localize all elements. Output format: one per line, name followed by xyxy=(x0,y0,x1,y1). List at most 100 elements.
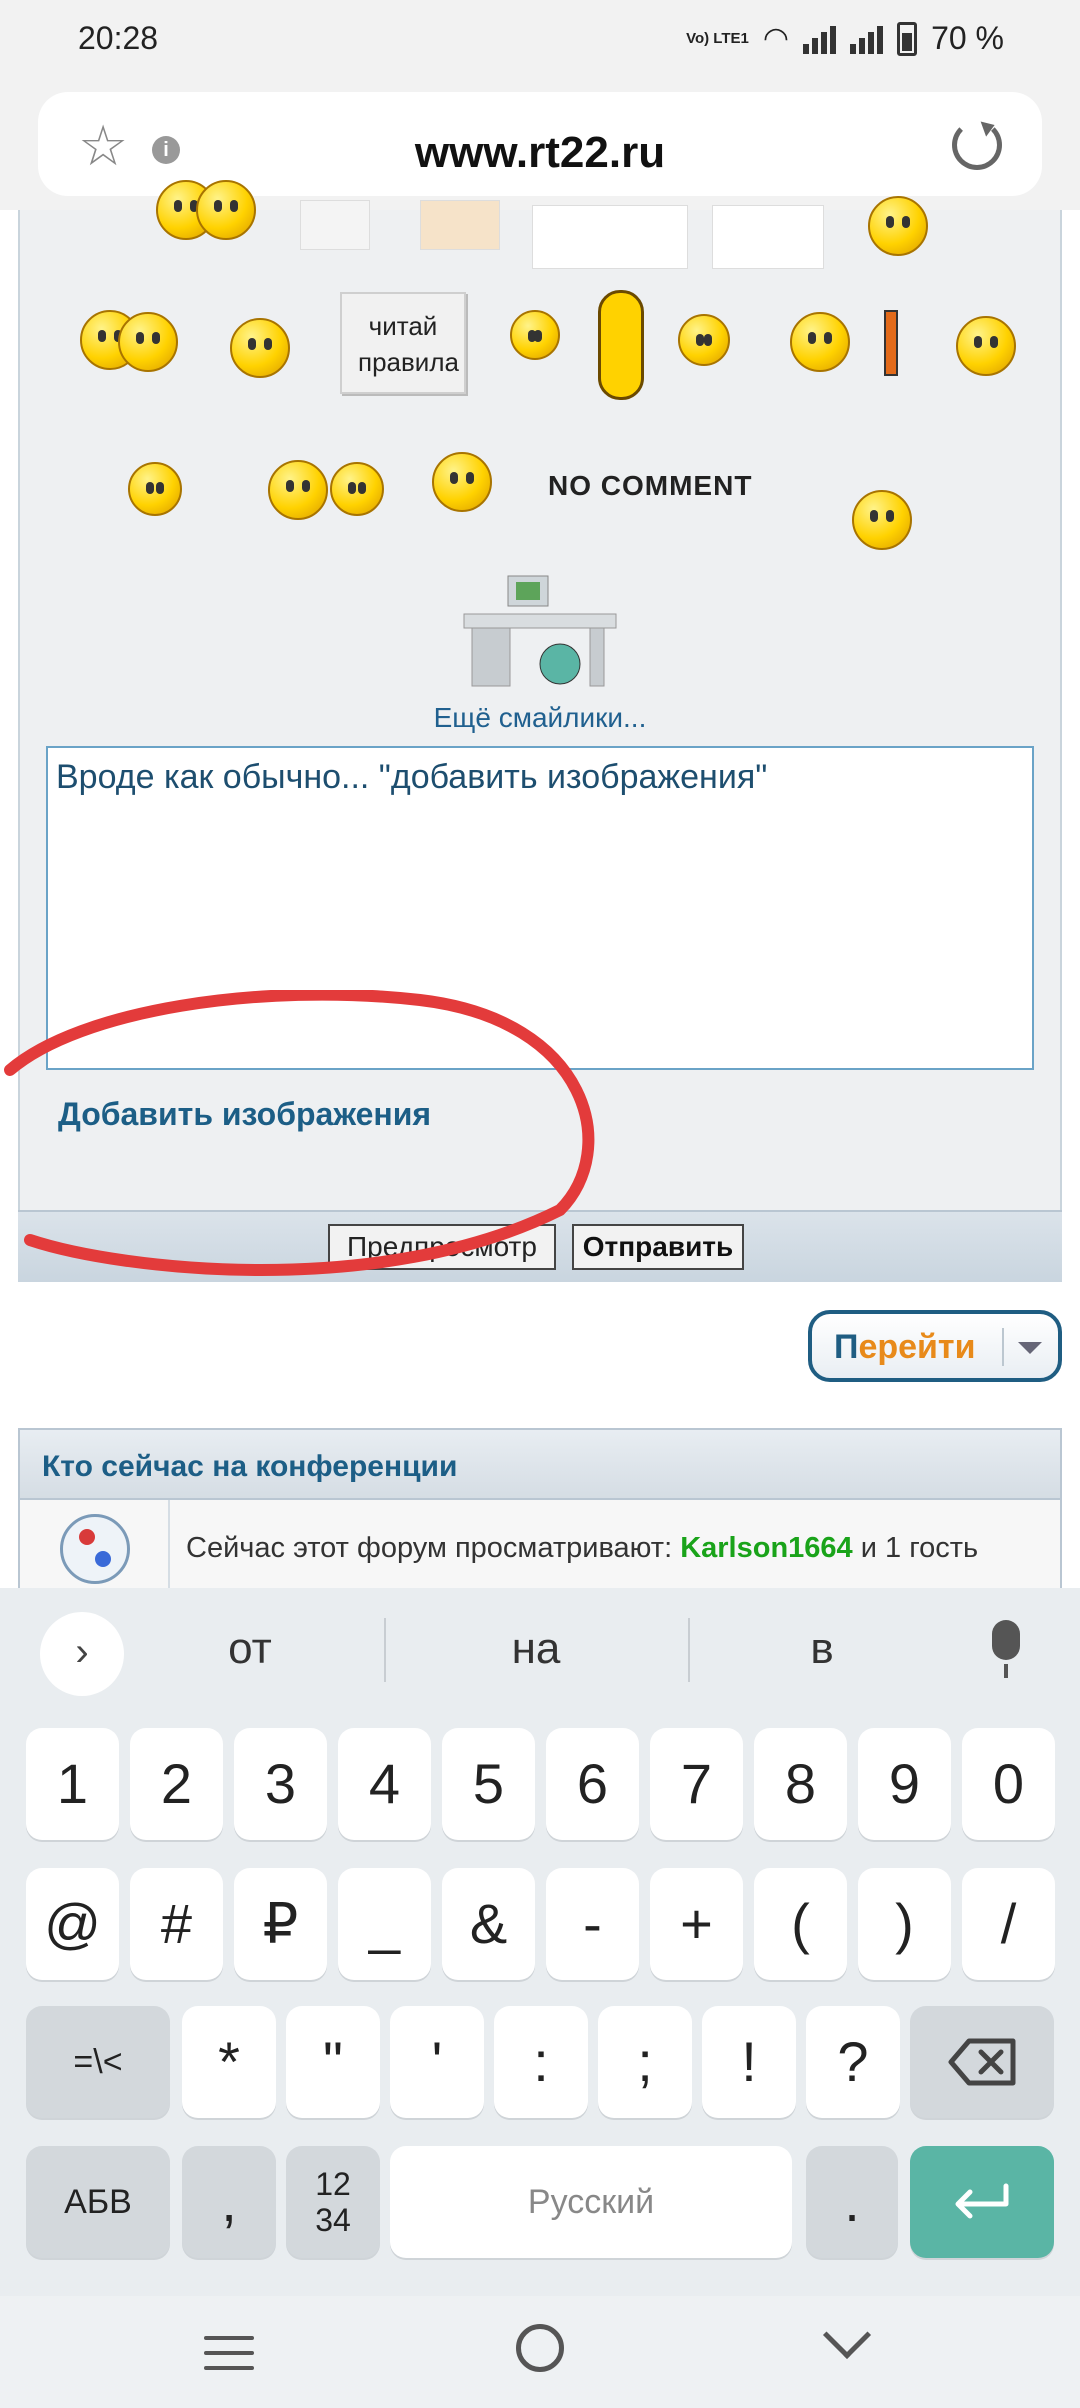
key-punct-2[interactable]: " xyxy=(286,2006,380,2118)
smiley-icon[interactable] xyxy=(196,180,256,240)
add-images-link[interactable]: Добавить изображения xyxy=(58,1096,431,1133)
comma-key[interactable]: , xyxy=(182,2146,276,2258)
who-online-prefix: Сейчас этот форум просматривают: xyxy=(186,1532,681,1564)
key-symbol-7[interactable]: ( xyxy=(754,1868,847,1980)
who-online-header: Кто сейчас на конференции xyxy=(18,1428,1062,1500)
dm-smiley-icon[interactable] xyxy=(712,205,824,269)
suggestion-3[interactable]: в xyxy=(722,1624,922,1674)
wink-smiley-icon[interactable] xyxy=(230,318,290,378)
send-button[interactable]: Отправить xyxy=(572,1224,744,1270)
book-smiley-icon[interactable] xyxy=(300,200,370,250)
goto-separator xyxy=(1002,1328,1004,1366)
smiley-icon[interactable] xyxy=(510,310,560,360)
alpha-switch-key[interactable]: АБВ xyxy=(26,2146,170,2258)
expand-toolbar-icon[interactable]: › xyxy=(40,1612,124,1696)
battery-icon xyxy=(897,21,918,56)
smiley-icon[interactable] xyxy=(268,460,328,520)
key-punct-5[interactable]: ; xyxy=(598,2006,692,2118)
key-digit-7[interactable]: 8 xyxy=(754,1728,847,1840)
message-textarea[interactable]: Вроде как обычно... "добавить изображени… xyxy=(46,746,1034,1070)
key-digit-0[interactable]: 1 xyxy=(26,1728,119,1840)
key-symbol-8[interactable]: ) xyxy=(858,1868,951,1980)
desk-icon[interactable] xyxy=(460,570,620,690)
recent-apps-icon[interactable] xyxy=(204,2336,254,2372)
users-online-icon xyxy=(60,1514,130,1584)
key-digit-3[interactable]: 4 xyxy=(338,1728,431,1840)
key-digit-4[interactable]: 5 xyxy=(442,1728,535,1840)
key-symbol-6[interactable]: + xyxy=(650,1868,743,1980)
smiley-icon[interactable] xyxy=(678,314,730,366)
key-symbol-4[interactable]: & xyxy=(442,1868,535,1980)
smiley-icon[interactable] xyxy=(118,312,178,372)
chevron-down-icon xyxy=(1018,1342,1042,1354)
who-online-text: Сейчас этот форум просматривают: Karlson… xyxy=(186,1532,978,1565)
backspace-key[interactable] xyxy=(910,2006,1054,2118)
key-punct-4[interactable]: : xyxy=(494,2006,588,2118)
signal-icon-2 xyxy=(850,24,884,54)
exclamation-mark-icon[interactable] xyxy=(884,310,898,376)
no-comment-smiley[interactable]: NO COMMENT xyxy=(548,470,752,502)
key-digit-6[interactable]: 7 xyxy=(650,1728,743,1840)
backspace-icon xyxy=(948,2038,1016,2086)
status-icons: Vo) LTE1 ◠ 70 % xyxy=(686,20,1004,57)
key-digit-5[interactable]: 6 xyxy=(546,1728,639,1840)
online-user-link[interactable]: Karlson1664 xyxy=(680,1532,853,1564)
rules-text: читай правила xyxy=(358,311,459,377)
suggestion-2[interactable]: на xyxy=(436,1624,636,1674)
key-punct-1[interactable]: * xyxy=(182,2006,276,2118)
smoke-smiley-icon[interactable] xyxy=(128,462,182,516)
key-digit-1[interactable]: 2 xyxy=(130,1728,223,1840)
read-rules-smiley[interactable]: читай правила xyxy=(340,292,466,394)
who-online-title: Кто сейчас на конференции xyxy=(42,1450,458,1483)
key-punct-7[interactable]: ? xyxy=(806,2006,900,2118)
period-key[interactable]: . xyxy=(806,2146,898,2258)
party-smiley-icon[interactable] xyxy=(852,490,912,550)
microphone-icon[interactable] xyxy=(992,1620,1020,1678)
key-symbol-9[interactable]: / xyxy=(962,1868,1055,1980)
home-icon[interactable] xyxy=(516,2324,564,2372)
who-online-row: Сейчас этот форум просматривают: Karlson… xyxy=(18,1500,1062,1588)
smiley-icon[interactable] xyxy=(330,462,384,516)
suggestion-1[interactable]: от xyxy=(150,1624,350,1674)
key-digit-9[interactable]: 0 xyxy=(962,1728,1055,1840)
back-chevron-icon[interactable] xyxy=(822,2310,872,2360)
lying-smiley-icon[interactable] xyxy=(956,316,1016,376)
key-symbol-2[interactable]: ₽ xyxy=(234,1868,327,1980)
computer-smiley-icon[interactable] xyxy=(432,452,492,512)
suggestion-strip: › от на в xyxy=(0,1588,1080,1706)
signal-icon xyxy=(803,24,837,54)
key-digit-8[interactable]: 9 xyxy=(858,1728,951,1840)
divider xyxy=(384,1618,386,1682)
divider xyxy=(688,1618,690,1682)
divider xyxy=(168,1500,170,1588)
enter-icon xyxy=(955,2183,1009,2219)
space-key[interactable]: Русский xyxy=(390,2146,792,2258)
goto-dropdown-button[interactable]: Перейти xyxy=(808,1310,1062,1382)
clock: 20:28 xyxy=(78,20,159,56)
preview-button[interactable]: Предпросмотр xyxy=(328,1224,556,1270)
system-navigation-bar xyxy=(0,2296,1080,2408)
key-symbol-1[interactable]: # xyxy=(130,1868,223,1980)
numpad-switch-key[interactable]: 12 34 xyxy=(286,2146,380,2258)
reload-icon[interactable] xyxy=(952,120,1002,170)
grin-smiley-icon[interactable] xyxy=(790,312,850,372)
key-symbol-0[interactable]: @ xyxy=(26,1868,119,1980)
status-bar: 20:28 Vo) LTE1 ◠ 70 % xyxy=(0,0,1080,80)
who-online-suffix: и 1 гость xyxy=(852,1532,979,1564)
exclaim-smiley-icon[interactable] xyxy=(598,290,644,400)
wifi-icon: ◠ xyxy=(762,22,790,55)
key-symbol-5[interactable]: - xyxy=(546,1868,639,1980)
more-smileys-link[interactable]: Ещё смайлики... xyxy=(0,702,1080,734)
key-symbol-3[interactable]: _ xyxy=(338,1868,431,1980)
key-digit-2[interactable]: 3 xyxy=(234,1728,327,1840)
smiley-icon[interactable] xyxy=(868,196,928,256)
key-punct-3[interactable]: ' xyxy=(390,2006,484,2118)
key-punct-6[interactable]: ! xyxy=(702,2006,796,2118)
battery-percent: 70 % xyxy=(931,20,1004,56)
key-punct-0[interactable]: =\< xyxy=(26,2006,170,2118)
goto-label: Перейти xyxy=(834,1328,976,1366)
hand-smiley-icon[interactable] xyxy=(420,200,500,250)
url-text[interactable]: www.rt22.ru xyxy=(38,128,1042,178)
enter-key[interactable] xyxy=(910,2146,1054,2258)
sign-smiley-icon[interactable] xyxy=(532,205,688,269)
